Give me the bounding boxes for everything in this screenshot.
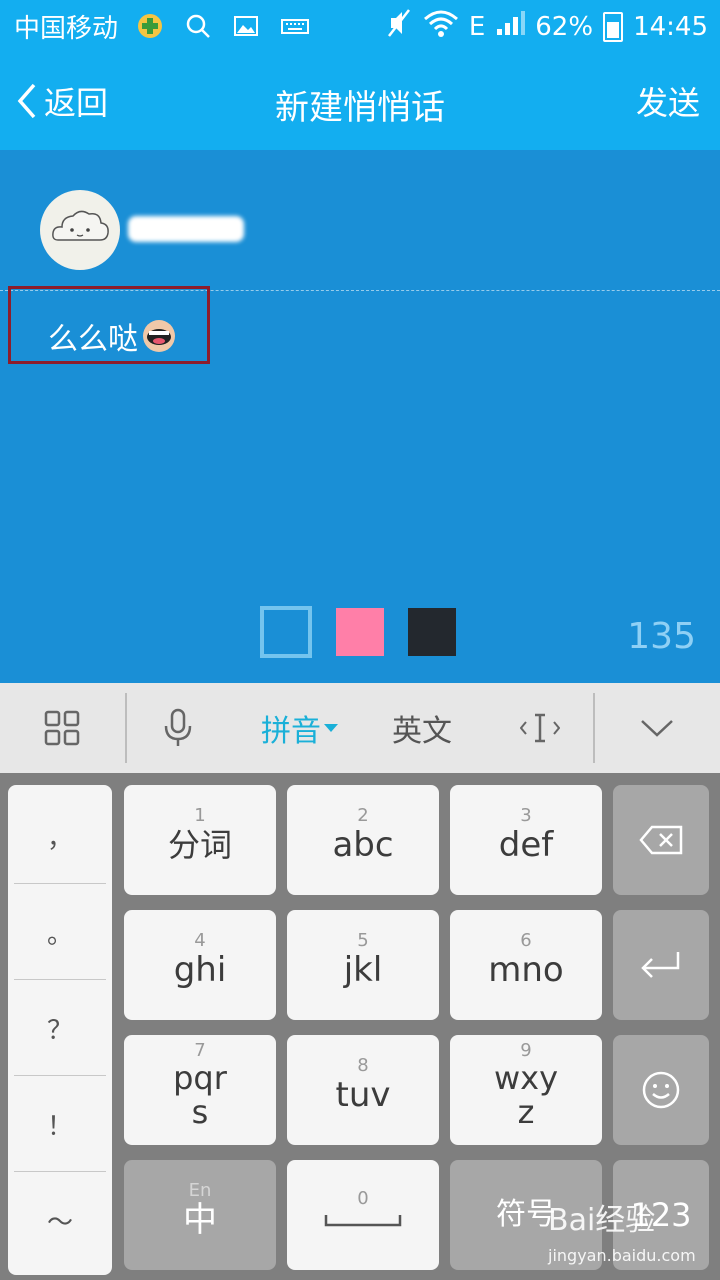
username-redacted — [128, 216, 244, 242]
key-number: 5 — [357, 930, 369, 951]
backspace-key[interactable] — [613, 785, 709, 895]
pinyin-mode-button[interactable]: 拼音 — [250, 701, 350, 755]
punct-key[interactable]: ？ — [14, 981, 106, 1076]
key-number: 7 — [194, 1040, 206, 1061]
toolbar-separator — [125, 693, 127, 763]
key-9[interactable]: 9 wxyz — [450, 1035, 602, 1145]
key-label: tuv — [335, 1075, 391, 1115]
key-label: abc — [332, 825, 394, 865]
page-title: 新建悄悄话 — [275, 88, 445, 128]
smiley-icon — [642, 1071, 680, 1109]
dropdown-caret-icon — [324, 724, 338, 732]
emoji-key[interactable] — [613, 1035, 709, 1145]
avatar[interactable] — [40, 190, 120, 270]
key-7[interactable]: 7 pqrs — [124, 1035, 276, 1145]
compose-area[interactable]: 么么哒 135 — [0, 150, 720, 683]
watermark-logo: Bai经验 — [548, 1203, 656, 1238]
key-label: 中 — [183, 1200, 217, 1240]
key-1[interactable]: 1 分词 — [124, 785, 276, 895]
search-icon — [184, 12, 212, 40]
color-swatch-black[interactable] — [408, 608, 456, 656]
key-label: wxyz — [493, 1059, 559, 1131]
battery-icon — [603, 11, 624, 42]
toolbar-separator — [593, 693, 595, 763]
key-label: pqrs — [173, 1059, 227, 1131]
enter-icon — [641, 952, 680, 978]
key-label: 分词 — [167, 826, 232, 864]
color-swatch-pink[interactable] — [336, 608, 384, 656]
enter-key[interactable] — [613, 910, 709, 1020]
key-3[interactable]: 3 def — [450, 785, 602, 895]
space-bar-icon — [324, 1215, 402, 1227]
punctuation-column: ， 。 ？ ！ ～ — [8, 785, 112, 1275]
key-number: 2 — [357, 805, 369, 826]
hide-keyboard-button[interactable] — [624, 701, 690, 755]
key-2[interactable]: 2 abc — [287, 785, 439, 895]
microphone-icon — [164, 708, 192, 746]
key-label: 符号 — [496, 1197, 556, 1232]
send-button[interactable]: 发送 — [636, 78, 700, 124]
chevron-down-icon — [641, 720, 673, 737]
grid-menu-button[interactable] — [30, 701, 94, 755]
punct-key[interactable]: ！ — [14, 1077, 106, 1172]
mute-icon — [385, 8, 413, 45]
wifi-icon — [423, 9, 459, 44]
english-mode-button[interactable]: 英文 — [380, 701, 464, 755]
punct-key[interactable]: 。 — [14, 885, 106, 980]
key-label: mno — [488, 950, 564, 990]
text-cursor-icon — [520, 713, 560, 743]
char-counter: 135 — [627, 616, 696, 657]
key-number: 9 — [520, 1040, 532, 1061]
signal-icon — [495, 9, 526, 44]
space-key[interactable]: 0 — [287, 1160, 439, 1270]
key-sub-label: En — [188, 1180, 212, 1201]
key-number: 4 — [194, 930, 206, 951]
punct-key[interactable]: ～ — [14, 1173, 106, 1267]
title-bar: 返回 新建悄悄话 发送 — [0, 50, 720, 150]
voice-input-button[interactable] — [146, 701, 210, 755]
key-label: jkl — [343, 950, 383, 990]
carrier-name: 中国移动 — [14, 14, 119, 44]
key-number: 8 — [357, 1055, 369, 1076]
key-8[interactable]: 8 tuv — [287, 1035, 439, 1145]
key-5[interactable]: 5 jkl — [287, 910, 439, 1020]
message-text: 么么哒 — [48, 322, 138, 357]
pinyin-label: 拼音 — [261, 714, 321, 749]
status-bar: 中国移动 E 62% 14:45 — [0, 0, 720, 50]
image-icon — [232, 12, 260, 40]
key-number: 0 — [357, 1188, 369, 1209]
message-input[interactable]: 么么哒 — [48, 314, 176, 358]
clock: 14:45 — [633, 11, 708, 42]
keyboard-status-icon — [280, 12, 309, 40]
color-swatch-blue[interactable] — [260, 606, 312, 658]
key-label: def — [498, 825, 554, 865]
key-6[interactable]: 6 mno — [450, 910, 602, 1020]
key-number: 3 — [520, 805, 532, 826]
status-right: E 62% 14:45 — [385, 8, 708, 45]
network-type: E — [468, 11, 486, 42]
key-4[interactable]: 4 ghi — [124, 910, 276, 1020]
laughing-emoji-icon — [143, 320, 175, 352]
backspace-icon — [639, 825, 683, 855]
punct-key[interactable]: ， — [14, 789, 106, 884]
language-switch-key[interactable]: En 中 — [124, 1160, 276, 1270]
key-number: 6 — [520, 930, 532, 951]
app-plus-icon — [136, 12, 164, 40]
key-number: 1 — [194, 805, 206, 826]
key-label: ghi — [173, 950, 227, 990]
keyboard-toolbar: 拼音 英文 — [0, 683, 720, 773]
cloud-avatar-icon — [52, 210, 109, 241]
cursor-control-button[interactable] — [506, 701, 574, 755]
watermark-url: jingyan.baidu.com — [548, 1246, 696, 1265]
battery-percent: 62% — [535, 11, 594, 42]
grid-icon — [44, 710, 80, 746]
